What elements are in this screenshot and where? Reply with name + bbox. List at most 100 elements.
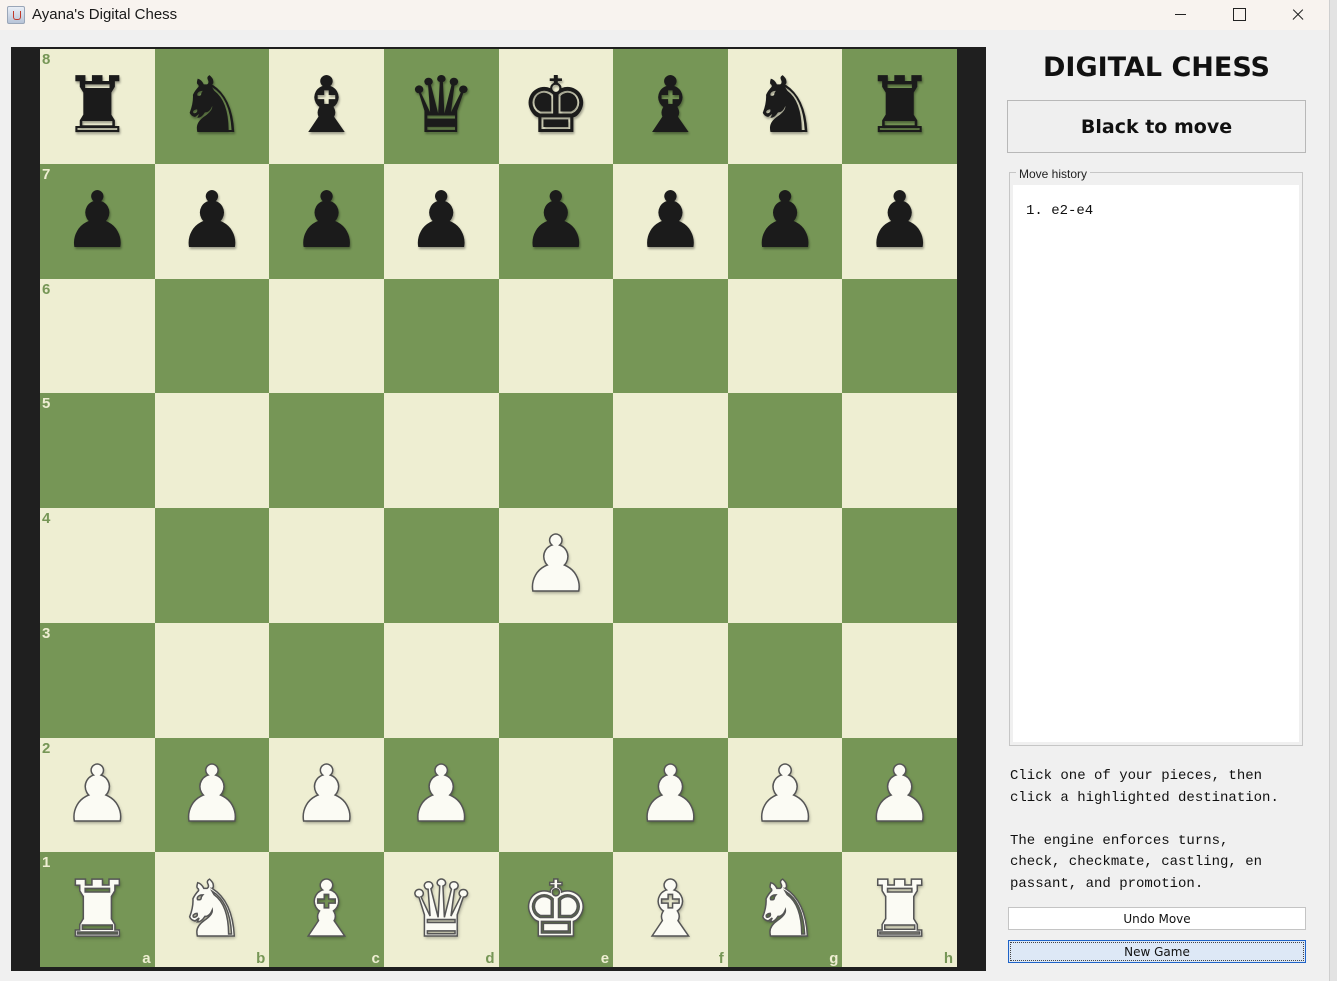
square-c8[interactable]: ♝ <box>269 49 384 164</box>
square-f4[interactable] <box>613 508 728 623</box>
black-knight-icon[interactable]: ♞ <box>750 67 820 145</box>
square-d7[interactable]: ♟ <box>383 163 499 279</box>
black-pawn-icon[interactable]: ♟ <box>177 182 247 260</box>
square-g3[interactable] <box>727 622 843 738</box>
square-h5[interactable] <box>842 393 957 508</box>
black-pawn-icon[interactable]: ♟ <box>750 182 820 260</box>
square-b6[interactable] <box>154 278 270 394</box>
square-e1[interactable]: e ♚ <box>498 852 614 967</box>
square-d8[interactable]: ♛ <box>383 49 499 164</box>
square-a3[interactable]: 3 <box>40 622 155 738</box>
white-pawn-icon[interactable]: ♟ <box>749 755 820 835</box>
black-bishop-icon[interactable]: ♝ <box>635 67 705 145</box>
square-e7[interactable]: ♟ <box>498 163 614 279</box>
square-h8[interactable]: ♜ <box>842 49 957 164</box>
black-pawn-icon[interactable]: ♟ <box>865 182 935 260</box>
square-h3[interactable] <box>842 622 957 738</box>
square-b8[interactable]: ♞ <box>154 49 270 164</box>
move-history-list[interactable]: 1. e2-e4 <box>1013 185 1299 742</box>
white-pawn-icon[interactable]: ♟ <box>520 526 591 606</box>
black-rook-icon[interactable]: ♜ <box>865 67 935 145</box>
square-g7[interactable]: ♟ <box>727 163 843 279</box>
square-h7[interactable]: ♟ <box>842 163 957 279</box>
square-a7[interactable]: 7 ♟ <box>40 163 155 279</box>
black-pawn-icon[interactable]: ♟ <box>62 182 132 260</box>
square-d6[interactable] <box>383 278 499 394</box>
square-e6[interactable] <box>498 278 614 394</box>
square-d3[interactable] <box>383 622 499 738</box>
square-a6[interactable]: 6 <box>40 278 155 394</box>
square-f1[interactable]: f ♝ <box>613 852 728 967</box>
square-g1[interactable]: g ♞ <box>727 852 843 967</box>
black-king-icon[interactable]: ♚ <box>521 67 591 145</box>
black-queen-icon[interactable]: ♛ <box>406 67 476 145</box>
square-f6[interactable] <box>613 278 728 394</box>
white-knight-icon[interactable]: ♞ <box>749 870 820 950</box>
square-f5[interactable] <box>613 393 728 508</box>
square-c3[interactable] <box>269 622 384 738</box>
square-f8[interactable]: ♝ <box>613 49 728 164</box>
square-b7[interactable]: ♟ <box>154 163 270 279</box>
square-e5[interactable] <box>498 393 614 508</box>
square-a5[interactable]: 5 <box>40 393 155 508</box>
square-g2[interactable]: ♟ <box>727 737 843 853</box>
square-d5[interactable] <box>383 393 499 508</box>
square-a8[interactable]: 8 ♜ <box>40 49 155 164</box>
square-c6[interactable] <box>269 278 384 394</box>
black-pawn-icon[interactable]: ♟ <box>635 182 705 260</box>
move-history-item[interactable]: 1. e2-e4 <box>1026 202 1286 220</box>
square-c2[interactable]: ♟ <box>269 737 384 853</box>
white-bishop-icon[interactable]: ♝ <box>291 870 362 950</box>
white-king-icon[interactable]: ♚ <box>520 870 591 950</box>
minimize-icon[interactable] <box>1151 0 1209 30</box>
undo-move-button[interactable]: Undo Move <box>1008 907 1306 930</box>
square-c7[interactable]: ♟ <box>269 163 384 279</box>
square-d2[interactable]: ♟ <box>383 737 499 853</box>
white-pawn-icon[interactable]: ♟ <box>176 755 247 835</box>
close-icon[interactable] <box>1268 0 1326 30</box>
square-c4[interactable] <box>269 508 384 623</box>
square-b3[interactable] <box>154 622 270 738</box>
square-b2[interactable]: ♟ <box>154 737 270 853</box>
square-a4[interactable]: 4 <box>40 508 155 623</box>
new-game-button[interactable]: New Game <box>1008 940 1306 963</box>
white-pawn-icon[interactable]: ♟ <box>635 755 706 835</box>
black-pawn-icon[interactable]: ♟ <box>292 182 362 260</box>
white-pawn-icon[interactable]: ♟ <box>864 755 935 835</box>
square-e3[interactable] <box>498 622 614 738</box>
square-b4[interactable] <box>154 508 270 623</box>
square-e4[interactable]: ♟ <box>498 508 614 623</box>
square-f2[interactable]: ♟ <box>613 737 728 853</box>
square-g8[interactable]: ♞ <box>727 49 843 164</box>
white-queen-icon[interactable]: ♛ <box>405 870 476 950</box>
black-pawn-icon[interactable]: ♟ <box>521 182 591 260</box>
square-d4[interactable] <box>383 508 499 623</box>
square-e8[interactable]: ♚ <box>498 49 614 164</box>
square-f3[interactable] <box>613 622 728 738</box>
square-f7[interactable]: ♟ <box>613 163 728 279</box>
square-h1[interactable]: h ♜ <box>842 852 957 967</box>
white-pawn-icon[interactable]: ♟ <box>62 755 133 835</box>
white-rook-icon[interactable]: ♜ <box>62 870 133 950</box>
square-a1[interactable]: 1 a ♜ <box>40 852 155 967</box>
black-bishop-icon[interactable]: ♝ <box>292 67 362 145</box>
square-g6[interactable] <box>727 278 843 394</box>
white-rook-icon[interactable]: ♜ <box>864 870 935 950</box>
black-rook-icon[interactable]: ♜ <box>62 67 132 145</box>
square-b1[interactable]: b ♞ <box>154 852 270 967</box>
square-b5[interactable] <box>154 393 270 508</box>
white-pawn-icon[interactable]: ♟ <box>405 755 476 835</box>
maximize-icon[interactable] <box>1209 0 1267 30</box>
square-g4[interactable] <box>727 508 843 623</box>
white-knight-icon[interactable]: ♞ <box>176 870 247 950</box>
white-pawn-icon[interactable]: ♟ <box>291 755 362 835</box>
square-d1[interactable]: d ♛ <box>383 852 499 967</box>
black-knight-icon[interactable]: ♞ <box>177 67 247 145</box>
square-c5[interactable] <box>269 393 384 508</box>
black-pawn-icon[interactable]: ♟ <box>406 182 476 260</box>
square-g5[interactable] <box>727 393 843 508</box>
square-h4[interactable] <box>842 508 957 623</box>
square-a2[interactable]: 2 ♟ <box>40 737 155 853</box>
square-c1[interactable]: c ♝ <box>269 852 384 967</box>
square-h6[interactable] <box>842 278 957 394</box>
